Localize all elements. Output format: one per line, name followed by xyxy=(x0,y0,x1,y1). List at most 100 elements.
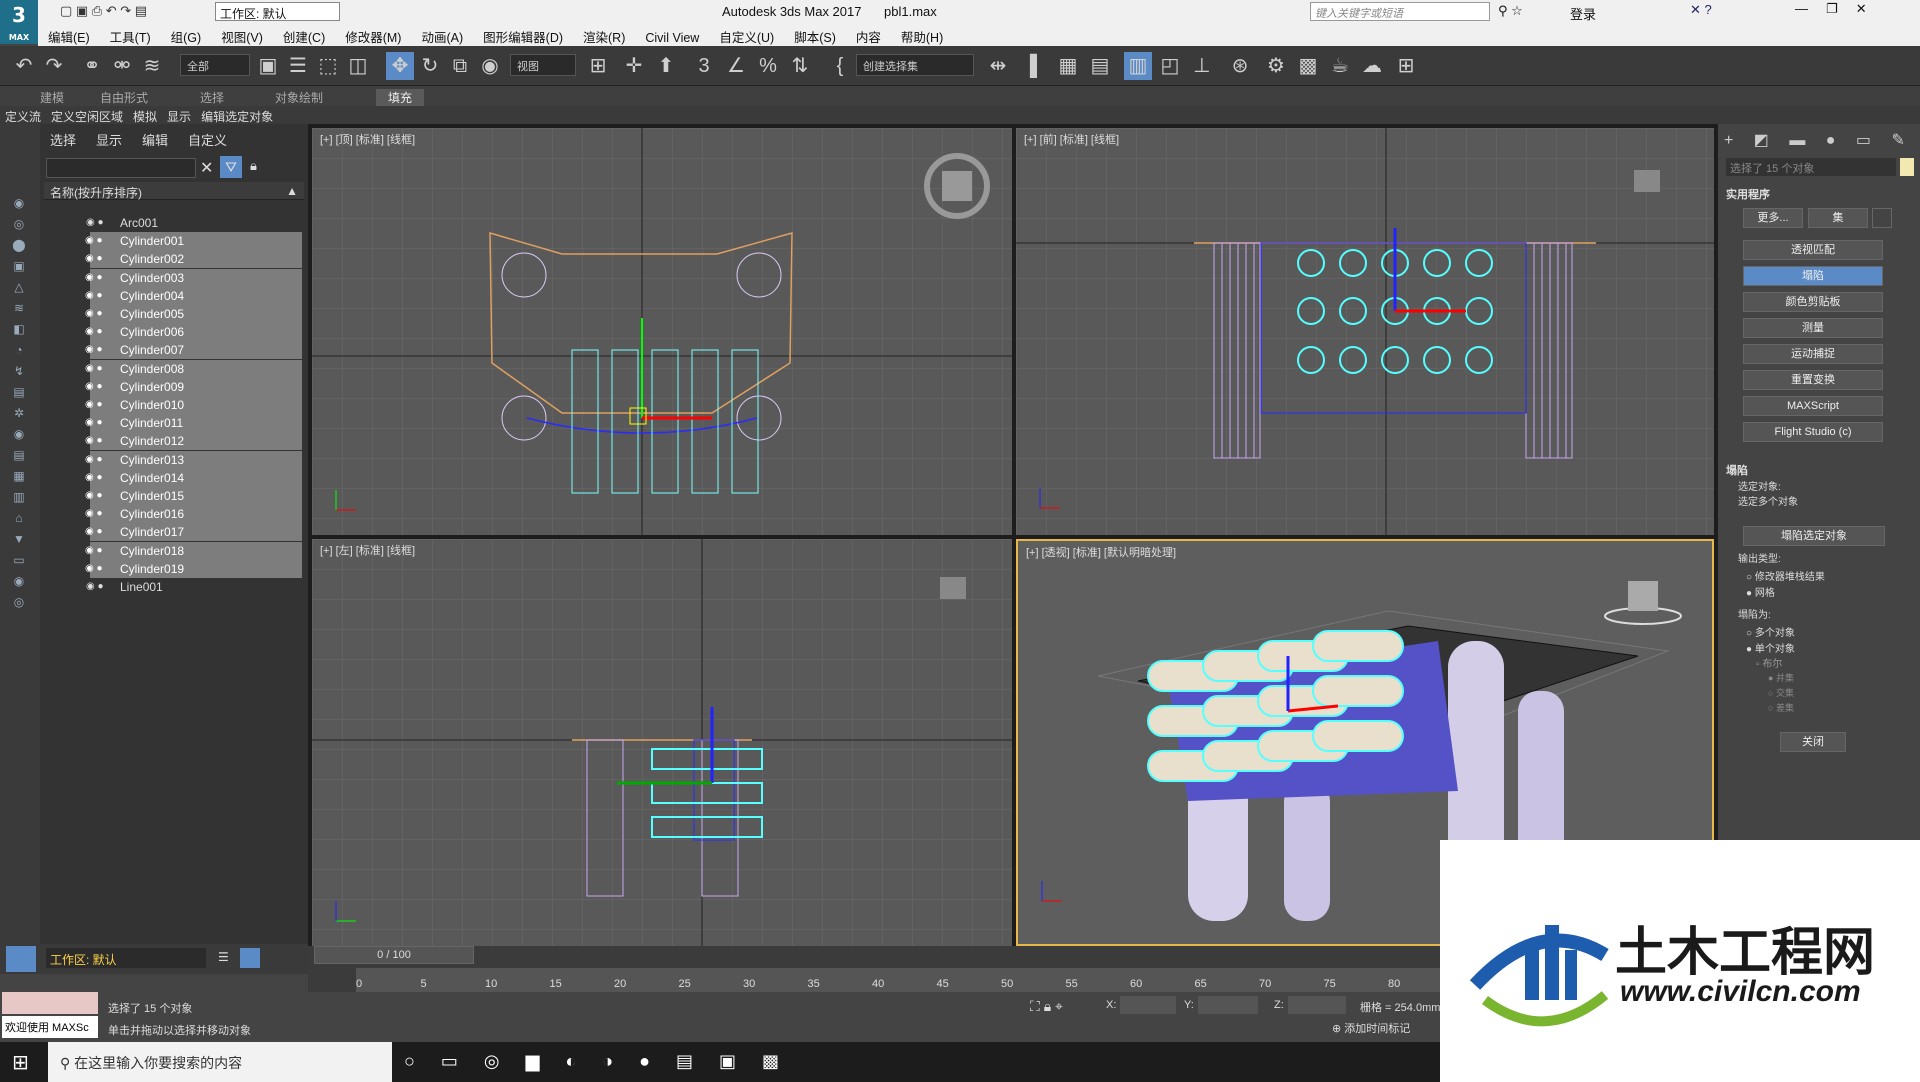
manipulate-icon[interactable]: ✛ xyxy=(620,52,648,80)
search-input[interactable]: 键入关键字或短语 xyxy=(1310,2,1490,21)
visibility-icon[interactable]: ◉ ● xyxy=(85,396,103,414)
visibility-icon[interactable]: ◉ ● xyxy=(85,451,103,469)
autodesk-icon[interactable]: ✕ ? xyxy=(1690,2,1712,18)
color-swatch[interactable] xyxy=(1900,158,1914,176)
angle-snap-icon[interactable]: ∠ xyxy=(722,52,750,80)
list-item[interactable]: ◉ ● Cylinder002 xyxy=(85,250,302,269)
more-button[interactable]: 更多... xyxy=(1743,208,1803,228)
windows-start-icon[interactable]: ⊞ xyxy=(12,1050,29,1075)
visibility-icon[interactable]: ◉ ● xyxy=(85,432,103,450)
ribbon-tab[interactable]: 自由形式 xyxy=(100,89,148,106)
selection-filter-dropdown[interactable]: 全部 xyxy=(180,54,250,76)
list-item[interactable]: ◉ ● Arc001 xyxy=(80,214,158,232)
rect-select-icon[interactable]: ⬚ xyxy=(314,52,342,80)
list-item[interactable]: ◉ ● Cylinder011 xyxy=(85,414,302,433)
viewport-top[interactable]: [+] [顶] [标准] [线框] xyxy=(312,128,1012,535)
render-setup-icon[interactable]: ⚙ xyxy=(1262,52,1290,80)
explorer-grid-icon[interactable] xyxy=(6,946,36,972)
schematic-view-icon[interactable]: ⊥ xyxy=(1188,52,1216,80)
z-coordinate-field[interactable] xyxy=(1288,996,1346,1014)
named-selection-dropdown[interactable]: 创建选择集 xyxy=(856,54,974,76)
visibility-icon[interactable]: ◉ ● xyxy=(85,250,103,268)
ribbon-tab[interactable]: 填充 xyxy=(376,89,425,106)
selection-name-field[interactable]: 选择了 15 个对象 xyxy=(1726,158,1896,176)
visibility-icon[interactable]: ◉ ● xyxy=(86,214,104,232)
curve-editor-icon[interactable]: ◰ xyxy=(1156,52,1184,80)
single-object-radio[interactable]: ● 单个对象 xyxy=(1746,640,1795,655)
list-item[interactable]: ◉ ● Line001 xyxy=(80,578,163,596)
union-radio[interactable]: ● 并集 xyxy=(1768,671,1794,684)
visibility-icon[interactable]: ◉ ● xyxy=(85,287,103,305)
visibility-icon[interactable]: ◉ ● xyxy=(85,269,103,287)
list-item[interactable]: ◉ ● Cylinder009 xyxy=(85,377,302,396)
align-icon[interactable]: ▐ xyxy=(1016,52,1044,80)
command-panel-tabs-icons[interactable]: + ◩ ▬ ● ▭ ✎ xyxy=(1724,130,1914,150)
hierarchy-icon[interactable] xyxy=(240,948,260,968)
visibility-icon[interactable]: ◉ ● xyxy=(85,232,103,250)
list-item[interactable]: ◉ ● Cylinder016 xyxy=(85,505,302,524)
close-button[interactable]: 关闭 xyxy=(1780,732,1846,752)
window-controls[interactable]: — ❐ ✕ xyxy=(1795,1,1867,17)
subtraction-radio[interactable]: ○ 差集 xyxy=(1768,701,1794,714)
menu-item[interactable]: Civil View xyxy=(635,28,709,48)
window-crossing-icon[interactable]: ◫ xyxy=(344,52,372,80)
list-item[interactable]: ◉ ● Cylinder018 xyxy=(85,541,302,560)
viewport-label-persp[interactable]: [+] [透视] [标准] [默认明暗处理] xyxy=(1026,544,1176,560)
list-item[interactable]: ◉ ● Cylinder007 xyxy=(85,341,302,360)
visibility-icon[interactable]: ◉ ● xyxy=(85,523,103,541)
viewport-left[interactable]: [+] [左] [标准] [线框] xyxy=(312,539,1012,946)
ribbon-tab[interactable]: 建模 xyxy=(40,89,64,106)
list-item[interactable]: ◉ ● Cylinder012 xyxy=(85,432,302,451)
visibility-icon[interactable]: ◉ ● xyxy=(85,560,103,578)
visibility-icon[interactable]: ◉ ● xyxy=(85,305,103,323)
utility-button[interactable]: 测量 xyxy=(1743,318,1883,338)
list-item[interactable]: ◉ ● Cylinder013 xyxy=(85,450,302,469)
collapse-selected-button[interactable]: 塌陷选定对象 xyxy=(1743,526,1885,546)
viewport-label-left[interactable]: [+] [左] [标准] [线框] xyxy=(320,542,415,558)
x-coordinate-field[interactable] xyxy=(1120,996,1176,1014)
layers-icon[interactable]: ☰ xyxy=(218,950,229,964)
render-icon[interactable]: ☕ xyxy=(1326,52,1354,80)
output-mesh-radio[interactable]: ● 网格 xyxy=(1746,584,1775,599)
mirror-icon[interactable]: ⇹ xyxy=(984,52,1012,80)
list-item[interactable]: ◉ ● Cylinder004 xyxy=(85,286,302,305)
move-icon[interactable]: ✥ xyxy=(386,52,414,80)
utility-button[interactable]: 颜色剪贴板 xyxy=(1743,292,1883,312)
unlink-icon[interactable]: ⚮ xyxy=(108,52,136,80)
ref-coord-dropdown[interactable]: 视图 xyxy=(510,54,576,76)
percent-snap-icon[interactable]: % xyxy=(754,52,782,80)
snap-icon[interactable]: 3 xyxy=(690,52,718,80)
ribbon-tab[interactable]: 选择 xyxy=(200,89,224,106)
time-slider[interactable]: 0 / 100 xyxy=(314,946,474,964)
isolate-lock-icons[interactable]: ⛶ 🔒︎ ⌖ xyxy=(1030,998,1063,1015)
link-icon[interactable]: ⚭ xyxy=(78,52,106,80)
welcome-text[interactable]: 欢迎使用 MAXSc xyxy=(2,1016,98,1038)
spinner-snap-icon[interactable]: ⇅ xyxy=(786,52,814,80)
help-icons[interactable]: ⚲ ☆ xyxy=(1498,3,1523,19)
list-item[interactable]: ◉ ● Cylinder014 xyxy=(85,468,302,487)
list-item[interactable]: ◉ ● Cylinder001 xyxy=(85,232,302,251)
ribbon-tab[interactable]: 对象绘制 xyxy=(275,89,323,106)
redo-icon[interactable]: ↷ xyxy=(40,52,68,80)
list-item[interactable]: ◉ ● Cylinder008 xyxy=(85,359,302,378)
list-item[interactable]: ◉ ● Cylinder010 xyxy=(85,396,302,414)
scale-icon[interactable]: ⧉ xyxy=(446,52,474,80)
visibility-icon[interactable]: ◉ ● xyxy=(85,487,103,505)
visibility-icon[interactable]: ◉ ● xyxy=(85,542,103,560)
collapse-title[interactable]: 塌陷 xyxy=(1726,462,1748,478)
select-by-name-icon[interactable]: ☰ xyxy=(284,52,312,80)
placement-icon[interactable]: ◉ xyxy=(476,52,504,80)
viewport-label-front[interactable]: [+] [前] [标准] [线框] xyxy=(1024,131,1119,147)
viewport-front[interactable]: [+] [前] [标准] [线框] xyxy=(1016,128,1714,535)
list-item[interactable]: ◉ ● Cylinder019 xyxy=(85,559,302,578)
boolean-checkbox[interactable]: ▫ 布尔 xyxy=(1756,655,1782,670)
utility-button[interactable]: 透视匹配 xyxy=(1743,240,1883,260)
visibility-icon[interactable]: ◉ ● xyxy=(85,360,103,378)
select-object-icon[interactable]: ▣ xyxy=(254,52,282,80)
undo-icon[interactable]: ↶ xyxy=(10,52,38,80)
intersection-radio[interactable]: ○ 交集 xyxy=(1768,686,1794,699)
render-frame-icon[interactable]: ▩ xyxy=(1294,52,1322,80)
taskbar-search[interactable]: ⚲ 在这里输入你要搜索的内容 xyxy=(48,1042,392,1082)
maxscript-listener-field[interactable] xyxy=(2,992,98,1014)
edit-named-sets-icon[interactable]: { xyxy=(826,52,854,80)
